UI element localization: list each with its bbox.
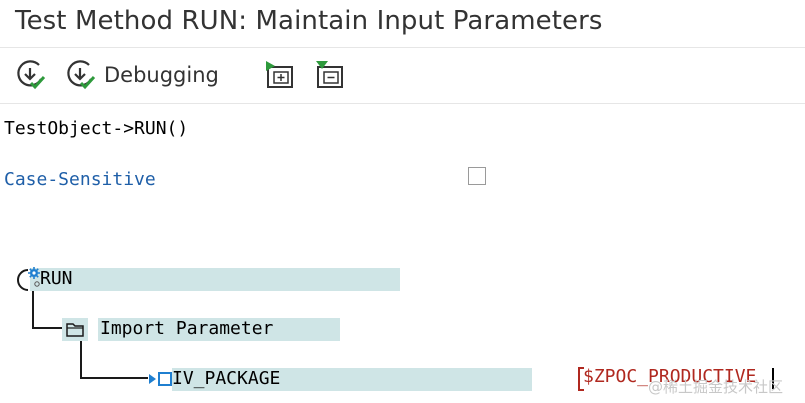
debugging-label: Debugging <box>104 63 219 87</box>
toolbar: Debugging <box>0 48 805 104</box>
tree-connector <box>32 327 64 329</box>
execute-icon <box>17 60 46 90</box>
iv-package-value: $ZPOC_PRODUCTIVE <box>583 366 757 387</box>
method-gear-icon <box>17 267 40 291</box>
title-bar: Test Method RUN: Maintain Input Paramete… <box>0 0 805 48</box>
folder-icon <box>66 323 84 337</box>
case-sensitive-checkbox[interactable] <box>468 167 486 185</box>
tree-node-label: IV_PACKAGE <box>172 368 281 389</box>
execute-button[interactable] <box>14 59 48 91</box>
tree-connector <box>80 377 148 379</box>
debugging-button[interactable]: Debugging <box>64 59 219 91</box>
expand-all-icon <box>266 61 293 88</box>
tree-node-label: Import Parameter <box>100 318 274 339</box>
text-caret <box>772 368 774 389</box>
parameter-import-icon <box>149 372 172 386</box>
collapse-all-button[interactable] <box>314 59 346 91</box>
tree-node-label: RUN <box>40 268 73 289</box>
debug-execute-icon <box>67 60 96 90</box>
collapse-all-icon <box>316 61 343 88</box>
iv-package-value-input[interactable]: $ZPOC_PRODUCTIVE <box>577 366 777 391</box>
tree-connector <box>80 340 82 379</box>
page-title: Test Method RUN: Maintain Input Paramete… <box>15 6 603 36</box>
tree-node-highlight <box>30 268 400 291</box>
tree-connector <box>32 290 34 328</box>
expand-all-button[interactable] <box>264 59 296 91</box>
case-sensitive-label: Case-Sensitive <box>4 169 156 190</box>
method-signature: TestObject->RUN() <box>4 118 189 139</box>
